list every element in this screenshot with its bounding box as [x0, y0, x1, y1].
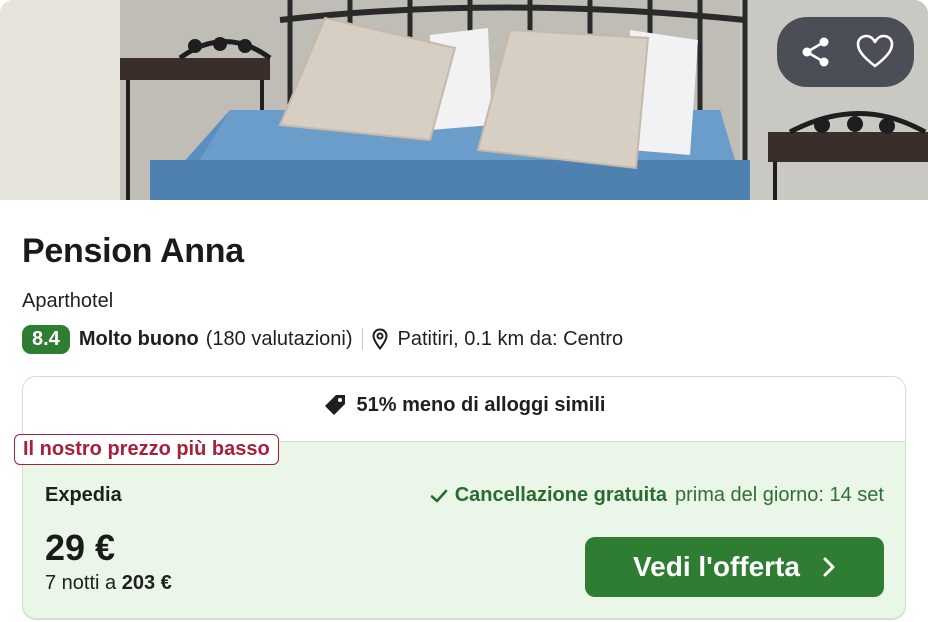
check-icon [430, 488, 448, 504]
total-price-line: 7 notti a 203 € [45, 572, 172, 595]
location-pin-icon [372, 328, 388, 350]
rating-location-row: 8.4 Molto buono (180 valutazioni) Patiti… [22, 324, 623, 354]
location-text[interactable]: Patitiri, 0.1 km da: Centro [398, 328, 624, 351]
heart-icon [856, 34, 894, 68]
deal-headline: 51% meno di alloggi simili [23, 393, 905, 417]
deal-headline-text: 51% meno di alloggi simili [356, 393, 606, 416]
divider [361, 328, 363, 350]
cancellation-policy: Cancellazione gratuita prima del giorno:… [430, 484, 884, 507]
price-tag-icon [323, 393, 347, 417]
hotel-photo[interactable] [0, 0, 928, 200]
photo-actions [777, 17, 914, 87]
view-offer-button[interactable]: Vedi l'offerta [585, 537, 884, 597]
lowest-price-badge: Il nostro prezzo più basso [14, 434, 279, 465]
rating-label: Molto buono [78, 327, 199, 350]
hotel-name[interactable]: Pension Anna [22, 232, 244, 271]
nightly-price: 29 € [45, 527, 116, 568]
provider-name: Expedia [45, 484, 122, 506]
cancellation-label: Cancellazione gratuita [454, 484, 667, 506]
rating-count[interactable]: (180 valutazioni) [206, 328, 353, 351]
favorite-button[interactable] [853, 30, 897, 74]
rating-score-badge: 8.4 [22, 324, 70, 354]
nights-text: 7 notti a [45, 572, 117, 594]
share-icon [802, 37, 829, 67]
chevron-right-icon [822, 556, 836, 578]
view-offer-label: Vedi l'offerta [633, 551, 800, 582]
total-price: 203 € [121, 572, 172, 594]
share-button[interactable] [794, 30, 838, 74]
accommodation-type: Aparthotel [22, 290, 114, 312]
cancellation-deadline: prima del giorno: 14 set [674, 484, 884, 506]
